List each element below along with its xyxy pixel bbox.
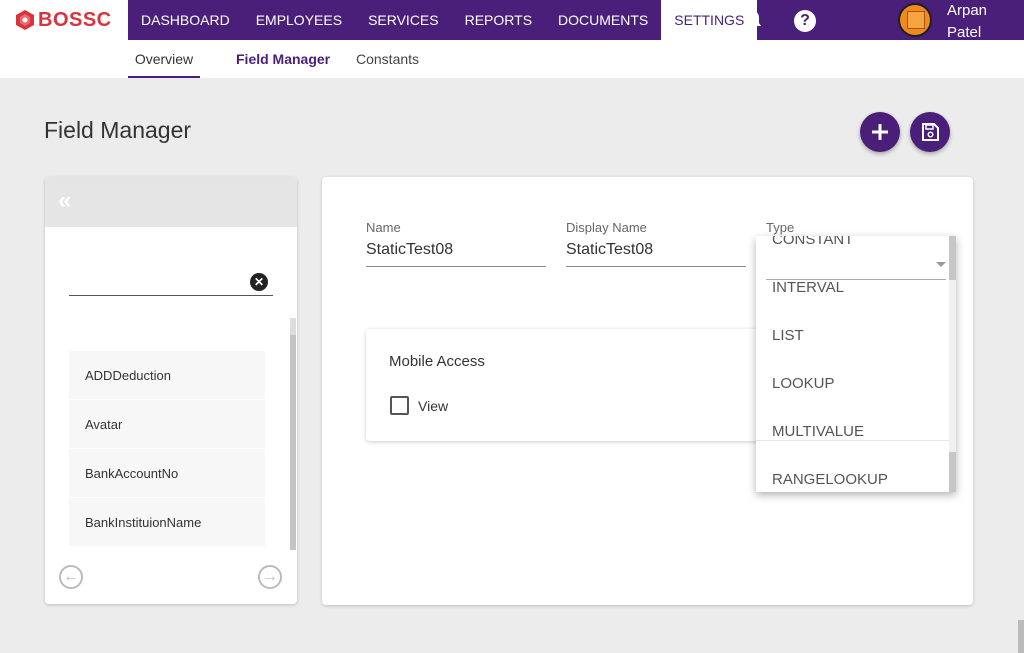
- display-name-label: Display Name: [566, 220, 647, 235]
- nav-employees[interactable]: EMPLOYEES: [243, 0, 355, 40]
- user-name[interactable]: Arpan Patel: [947, 0, 1017, 44]
- field-list-header: «: [45, 177, 297, 227]
- dropdown-divider: [756, 440, 949, 441]
- field-list-panel: « ✕ ADDDeduction Avatar BankAccountNo Ba…: [45, 177, 297, 604]
- dropdown-option-interval[interactable]: INTERVAL: [772, 279, 844, 296]
- next-page-icon[interactable]: →: [258, 565, 282, 589]
- mobile-access-card: Mobile Access View: [366, 329, 766, 441]
- display-name-field[interactable]: StaticTest08: [566, 241, 653, 259]
- field-list: ADDDeduction Avatar BankAccountNo BankIn…: [69, 351, 265, 547]
- caret-down-icon: [936, 262, 946, 267]
- plus-icon: [872, 124, 888, 140]
- logo-text: BOSSC: [38, 8, 112, 31]
- collapse-icon[interactable]: «: [58, 189, 71, 213]
- dropdown-scrollbar-thumb[interactable]: [949, 236, 956, 280]
- user-first-name: Arpan: [947, 2, 988, 19]
- top-navigation-bar: BOSSC DASHBOARD EMPLOYEES SERVICES REPOR…: [0, 0, 1024, 41]
- settings-subtabs: Overview Field Manager Constants: [0, 40, 1024, 78]
- type-label: Type: [766, 220, 795, 235]
- type-dropdown-menu[interactable]: CONSTANT INTERVAL LIST LOOKUP MULTIVALUE…: [756, 236, 956, 492]
- list-scrollbar-thumb[interactable]: [290, 335, 296, 550]
- nav-dashboard[interactable]: DASHBOARD: [128, 0, 243, 40]
- save-button[interactable]: [910, 112, 950, 152]
- name-field[interactable]: StaticTest08: [366, 241, 453, 259]
- dropdown-scrollbar-thumb-lower[interactable]: [949, 452, 956, 492]
- app-logo[interactable]: BOSSC: [0, 0, 128, 40]
- view-checkbox[interactable]: [390, 396, 409, 415]
- field-search-input[interactable]: [69, 295, 273, 296]
- dropdown-option-list[interactable]: LIST: [772, 327, 804, 344]
- dropdown-option-constant[interactable]: CONSTANT: [772, 236, 853, 248]
- nav-services[interactable]: SERVICES: [355, 0, 452, 40]
- mobile-access-title: Mobile Access: [389, 353, 485, 370]
- view-checkbox-label: View: [418, 398, 449, 414]
- nav-documents[interactable]: DOCUMENTS: [545, 0, 661, 40]
- tab-overview[interactable]: Overview: [128, 40, 200, 78]
- list-item[interactable]: ADDDeduction: [69, 351, 265, 400]
- tab-constants[interactable]: Constants: [356, 40, 419, 78]
- bossc-logo-icon: [16, 10, 34, 30]
- add-field-button[interactable]: [860, 112, 900, 152]
- tab-field-manager[interactable]: Field Manager: [236, 40, 330, 78]
- prev-page-icon[interactable]: ←: [59, 565, 83, 589]
- main-nav: DASHBOARD EMPLOYEES SERVICES REPORTS DOC…: [128, 0, 758, 40]
- display-name-field-underline: [566, 266, 746, 267]
- page-scrollbar[interactable]: [1018, 620, 1024, 653]
- dropdown-option-lookup[interactable]: LOOKUP: [772, 375, 835, 392]
- avatar[interactable]: [898, 3, 932, 37]
- bell-icon[interactable]: [742, 9, 764, 31]
- save-icon: [922, 123, 939, 141]
- nav-reports[interactable]: REPORTS: [452, 0, 545, 40]
- dropdown-option-rangelookup[interactable]: RANGELOOKUP: [772, 471, 888, 488]
- name-label: Name: [366, 220, 401, 235]
- page-title: Field Manager: [44, 117, 192, 143]
- clear-search-icon[interactable]: ✕: [250, 273, 268, 291]
- help-icon[interactable]: ?: [794, 10, 816, 32]
- dropdown-option-multivalue[interactable]: MULTIVALUE: [772, 423, 864, 440]
- list-item[interactable]: BankAccountNo: [69, 449, 265, 498]
- list-item[interactable]: BankInstituionName: [69, 498, 265, 547]
- list-item[interactable]: Avatar: [69, 400, 265, 449]
- name-field-underline: [366, 266, 546, 267]
